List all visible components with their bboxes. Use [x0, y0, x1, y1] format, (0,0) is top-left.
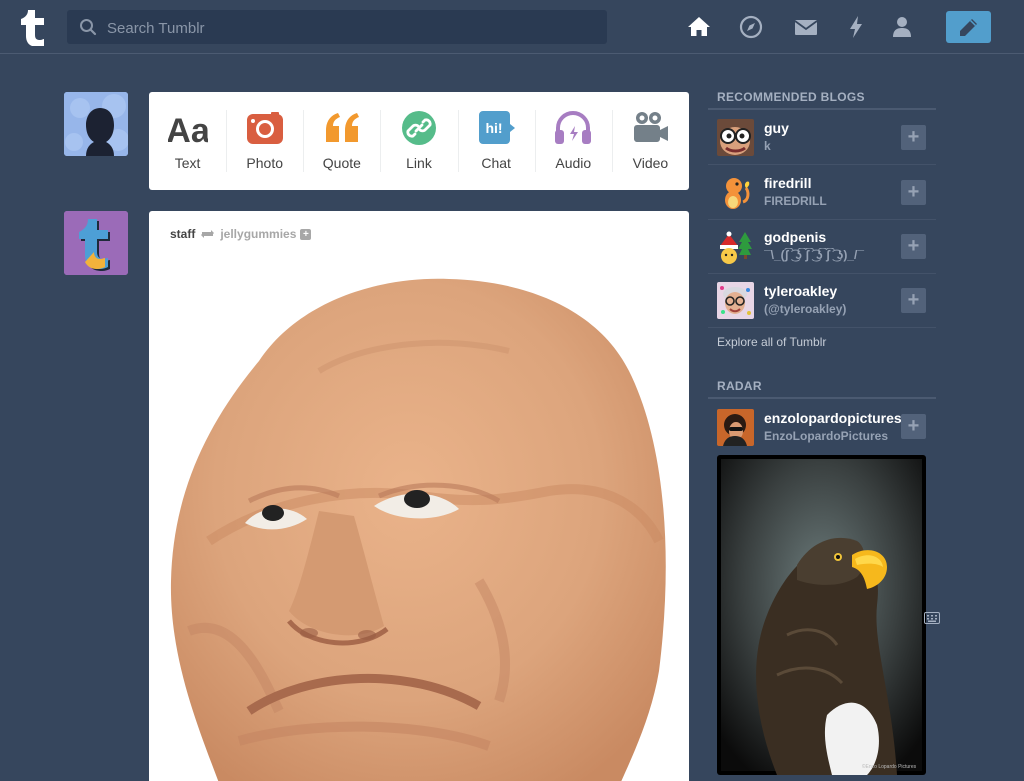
- headphones-icon: [555, 111, 592, 144]
- blog-title: k: [764, 139, 771, 153]
- tyleroakley-avatar-image: [717, 282, 754, 319]
- post-type-selector: Aa Text Photo Quote Link hi! Chat Audio …: [149, 92, 689, 190]
- blog-name[interactable]: guy: [764, 120, 789, 136]
- tumblr-logo-icon[interactable]: [18, 6, 52, 46]
- firedrill-avatar-image: [717, 174, 754, 211]
- blog-title: (@tyleroakley): [764, 302, 847, 316]
- explore-all-link[interactable]: Explore all of Tumblr: [717, 335, 826, 349]
- right-sidebar: RECOMMENDED BLOGS guy k + firedrill FIRE…: [708, 0, 936, 775]
- blog-name[interactable]: godpenis: [764, 229, 826, 245]
- pencil-icon: [960, 19, 977, 36]
- post-type-chat-button[interactable]: hi! Chat: [457, 92, 535, 190]
- text-aa-icon: Aa: [168, 112, 208, 146]
- follow-blog-button[interactable]: +: [901, 288, 926, 313]
- blog-avatar[interactable]: [717, 228, 754, 265]
- blog-name[interactable]: firedrill: [764, 175, 811, 191]
- blog-avatar[interactable]: [717, 119, 754, 156]
- dashboard-post: staff jellygummies +: [149, 211, 689, 781]
- radar-blog-title: EnzoLopardoPictures: [764, 429, 889, 443]
- follow-blog-button[interactable]: +: [901, 125, 926, 150]
- post-type-photo-button[interactable]: Photo: [226, 92, 303, 190]
- search-icon: [80, 19, 97, 36]
- recommended-blog-item[interactable]: godpenis ¯\_(ʃ͡ ͜͡ ʖ͡ ʃ͡ ͜͡ ʖ͡ ʃ͡ ͜͡ ʖ)_…: [708, 219, 936, 274]
- post-type-audio-label: Audio: [555, 155, 592, 171]
- video-camera-icon: [634, 112, 669, 142]
- blog-title: ¯\_(ʃ͡ ͜͡ ʖ͡ ʃ͡ ͜͡ ʖ͡ ʃ͡ ͜͡ ʖ)_/¯: [764, 248, 864, 262]
- post-author-link[interactable]: staff: [170, 227, 195, 241]
- svg-text:Aa: Aa: [168, 112, 208, 146]
- search-input[interactable]: [105, 10, 599, 46]
- follow-blog-button[interactable]: +: [901, 180, 926, 205]
- blog-name[interactable]: tyleroakley: [764, 283, 837, 299]
- post-type-audio-button[interactable]: Audio: [534, 92, 612, 190]
- search-box[interactable]: [67, 10, 607, 46]
- photo-watermark: ©Enzo Lopardo Pictures: [862, 763, 917, 770]
- quote-icon: [325, 113, 359, 142]
- radar-blog-item[interactable]: enzolopardopictures EnzoLopardoPictures …: [708, 400, 936, 454]
- post-type-link-label: Link: [406, 155, 432, 171]
- blog-avatar[interactable]: [717, 282, 754, 319]
- silhouette-avatar-image: [64, 92, 128, 156]
- post-type-quote-label: Quote: [322, 155, 361, 171]
- chat-bubble-icon: hi!: [479, 111, 516, 144]
- follow-blog-button[interactable]: +: [901, 234, 926, 259]
- post-type-chat-label: Chat: [481, 155, 511, 171]
- keyboard-shortcuts-icon[interactable]: [924, 612, 940, 624]
- post-source-link[interactable]: jellygummies: [220, 227, 296, 241]
- radar-title: RADAR: [717, 379, 762, 393]
- camera-icon: [246, 112, 283, 144]
- recommended-blog-item[interactable]: guy k +: [708, 110, 936, 165]
- guy-avatar-image: [717, 119, 754, 156]
- post-type-quote-button[interactable]: Quote: [303, 92, 380, 190]
- post-type-video-button[interactable]: Video: [611, 92, 689, 190]
- user-avatar[interactable]: [64, 92, 128, 156]
- follow-source-button[interactable]: +: [300, 228, 312, 240]
- eagle-photo-image: ©Enzo Lopardo Pictures: [721, 459, 922, 775]
- post-type-link-button[interactable]: Link: [380, 92, 457, 190]
- tumblr-staff-avatar-image: [64, 211, 128, 275]
- blog-avatar[interactable]: [717, 174, 754, 211]
- radar-blog-avatar[interactable]: [717, 409, 754, 446]
- blog-title: FIREDRILL: [764, 194, 827, 208]
- post-photo[interactable]: [149, 251, 689, 781]
- chat-icon-text: hi!: [486, 120, 503, 136]
- godpenis-avatar-image: [717, 228, 754, 265]
- radar-photo[interactable]: ©Enzo Lopardo Pictures: [717, 455, 926, 775]
- link-icon: [401, 111, 436, 145]
- recommended-blog-item[interactable]: firedrill FIREDRILL +: [708, 165, 936, 220]
- enzolopardo-avatar-image: [717, 409, 754, 446]
- reblog-icon: [201, 230, 215, 238]
- recommended-blog-item[interactable]: tyleroakley (@tyleroakley) +: [708, 273, 936, 328]
- staff-avatar[interactable]: [64, 211, 128, 275]
- post-header: staff jellygummies +: [170, 227, 312, 241]
- recommended-blogs-title: RECOMMENDED BLOGS: [717, 90, 865, 104]
- compose-post-button[interactable]: [946, 11, 991, 43]
- post-type-text-label: Text: [174, 155, 201, 171]
- post-type-text-button[interactable]: Aa Text: [149, 92, 226, 190]
- post-type-video-label: Video: [632, 155, 669, 171]
- radar-blog-name[interactable]: enzolopardopictures: [764, 410, 902, 426]
- radar-divider: [708, 397, 936, 399]
- post-type-photo-label: Photo: [246, 155, 283, 171]
- follow-radar-blog-button[interactable]: +: [901, 414, 926, 439]
